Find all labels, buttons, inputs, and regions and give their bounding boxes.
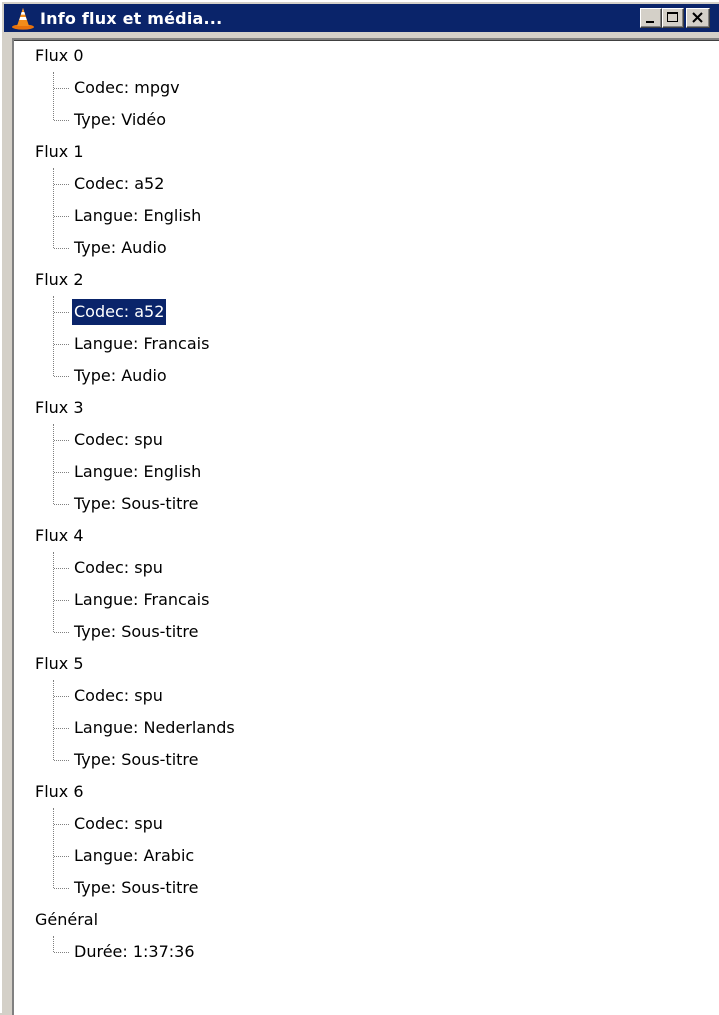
tree-branch-line: [54, 344, 69, 345]
tree-branch-line: [54, 88, 69, 89]
tree-branch-line: [54, 600, 69, 601]
tree-branch-line: [54, 760, 69, 761]
title-bar[interactable]: Info flux et média...: [4, 4, 719, 32]
vlc-cone-icon: [10, 6, 36, 30]
tree-leaf-label[interactable]: Langue: English: [72, 459, 203, 485]
tree-leaf-label[interactable]: Type: Audio: [72, 363, 169, 389]
tree-branch-line: [54, 504, 69, 505]
tree-group: Général Durée: 1:37:36: [14, 904, 719, 968]
tree-branch-line: [54, 216, 69, 217]
tree-node-label[interactable]: Flux 4: [14, 520, 719, 552]
maximize-button[interactable]: [662, 8, 684, 28]
tree-leaf: Langue: English: [14, 456, 719, 488]
tree-leaf: Langue: English: [14, 200, 719, 232]
window-title: Info flux et média...: [40, 8, 223, 28]
tree-leaf-label[interactable]: Langue: Nederlands: [72, 715, 237, 741]
tree-leaf: Codec: spu: [14, 680, 719, 712]
tree-leaf-label[interactable]: Type: Audio: [72, 235, 169, 261]
tree-group: Flux 0 Codec: mpgv Type: Vidéo: [14, 40, 719, 136]
tree-node-label[interactable]: Flux 3: [14, 392, 719, 424]
tree-leaf: Langue: Arabic: [14, 840, 719, 872]
tree-leaf-label[interactable]: Durée: 1:37:36: [72, 939, 197, 965]
tree-leaf: Type: Audio: [14, 360, 719, 392]
tree-group: Flux 2 Codec: a52 Langue: Francais Type: Au…: [14, 264, 719, 392]
tree-leaf: Codec: a52: [14, 296, 719, 328]
tree-leaf: Type: Vidéo: [14, 104, 719, 136]
tree-group: Flux 4 Codec: spu Langue: Francais Type: So…: [14, 520, 719, 648]
tree-node-label[interactable]: Flux 2: [14, 264, 719, 296]
minimize-button[interactable]: [640, 8, 662, 28]
tree-node-label[interactable]: Flux 5: [14, 648, 719, 680]
tree-leaf: Codec: mpgv: [14, 72, 719, 104]
tree-branch-line: [54, 952, 69, 953]
tree-leaf-label[interactable]: Codec: a52: [72, 171, 166, 197]
tree-branch-line: [54, 120, 69, 121]
tree-leaf-label[interactable]: Codec: spu: [72, 683, 165, 709]
tree-leaf-label[interactable]: Codec: a52: [72, 299, 167, 325]
tree-leaf-label[interactable]: Langue: Francais: [72, 331, 211, 357]
maximize-icon: [667, 12, 678, 22]
tree-leaf: Langue: Francais: [14, 328, 719, 360]
tree-group: Flux 3 Codec: spu Langue: English Type: Sou…: [14, 392, 719, 520]
minimize-icon: [646, 21, 654, 23]
tree-branch-line: [54, 376, 69, 377]
stream-info-window: Info flux et média... Flux 0 Codec: mpgv T…: [0, 0, 719, 1015]
tree-leaf-label[interactable]: Codec: mpgv: [72, 75, 182, 101]
tree-leaf: Codec: spu: [14, 808, 719, 840]
tree-branch-line: [54, 696, 69, 697]
tree-group: Flux 1 Codec: a52 Langue: English Type: Aud…: [14, 136, 719, 264]
tree-branch-line: [54, 728, 69, 729]
tree-branch-line: [54, 888, 69, 889]
tree-node-label[interactable]: Flux 6: [14, 776, 719, 808]
tree-leaf-label[interactable]: Langue: English: [72, 203, 203, 229]
tree-branch-line: [54, 824, 69, 825]
tree-view: Flux 0 Codec: mpgv Type: Vidéo Flux 1 Codec:…: [14, 40, 719, 968]
tree-leaf: Type: Sous-titre: [14, 744, 719, 776]
tree-leaf-label[interactable]: Codec: spu: [72, 811, 165, 837]
close-button[interactable]: [686, 8, 710, 28]
tree-node-label[interactable]: Flux 1: [14, 136, 719, 168]
stream-info-tree[interactable]: Flux 0 Codec: mpgv Type: Vidéo Flux 1 Codec:…: [12, 38, 719, 1015]
tree-leaf: Langue: Francais: [14, 584, 719, 616]
tree-branch-line: [54, 472, 69, 473]
tree-leaf: Codec: a52: [14, 168, 719, 200]
tree-leaf: Type: Audio: [14, 232, 719, 264]
tree-leaf-label[interactable]: Type: Sous-titre: [72, 491, 200, 517]
tree-branch-line: [54, 632, 69, 633]
tree-group: Flux 5 Codec: spu Langue: Nederlands Type: …: [14, 648, 719, 776]
close-icon: [692, 12, 703, 23]
tree-branch-line: [54, 856, 69, 857]
tree-group: Flux 6 Codec: spu Langue: Arabic Type: Sous…: [14, 776, 719, 904]
tree-branch-line: [54, 312, 69, 313]
tree-branch-line: [54, 440, 69, 441]
tree-leaf: Durée: 1:37:36: [14, 936, 719, 968]
tree-branch-line: [54, 248, 69, 249]
tree-node-label[interactable]: Flux 0: [14, 40, 719, 72]
tree-leaf: Langue: Nederlands: [14, 712, 719, 744]
tree-leaf: Codec: spu: [14, 424, 719, 456]
tree-leaf-label[interactable]: Codec: spu: [72, 555, 165, 581]
tree-leaf: Type: Sous-titre: [14, 488, 719, 520]
tree-leaf-label[interactable]: Codec: spu: [72, 427, 165, 453]
tree-leaf-label[interactable]: Langue: Francais: [72, 587, 211, 613]
tree-branch-line: [54, 568, 69, 569]
tree-leaf-label[interactable]: Langue: Arabic: [72, 843, 196, 869]
tree-leaf-label[interactable]: Type: Sous-titre: [72, 619, 200, 645]
tree-branch-line: [54, 184, 69, 185]
tree-node-label[interactable]: Général: [14, 904, 719, 936]
tree-leaf-label[interactable]: Type: Sous-titre: [72, 875, 200, 901]
tree-leaf-label[interactable]: Type: Vidéo: [72, 107, 168, 133]
tree-leaf-label[interactable]: Type: Sous-titre: [72, 747, 200, 773]
tree-leaf: Type: Sous-titre: [14, 872, 719, 904]
tree-leaf: Type: Sous-titre: [14, 616, 719, 648]
tree-leaf: Codec: spu: [14, 552, 719, 584]
